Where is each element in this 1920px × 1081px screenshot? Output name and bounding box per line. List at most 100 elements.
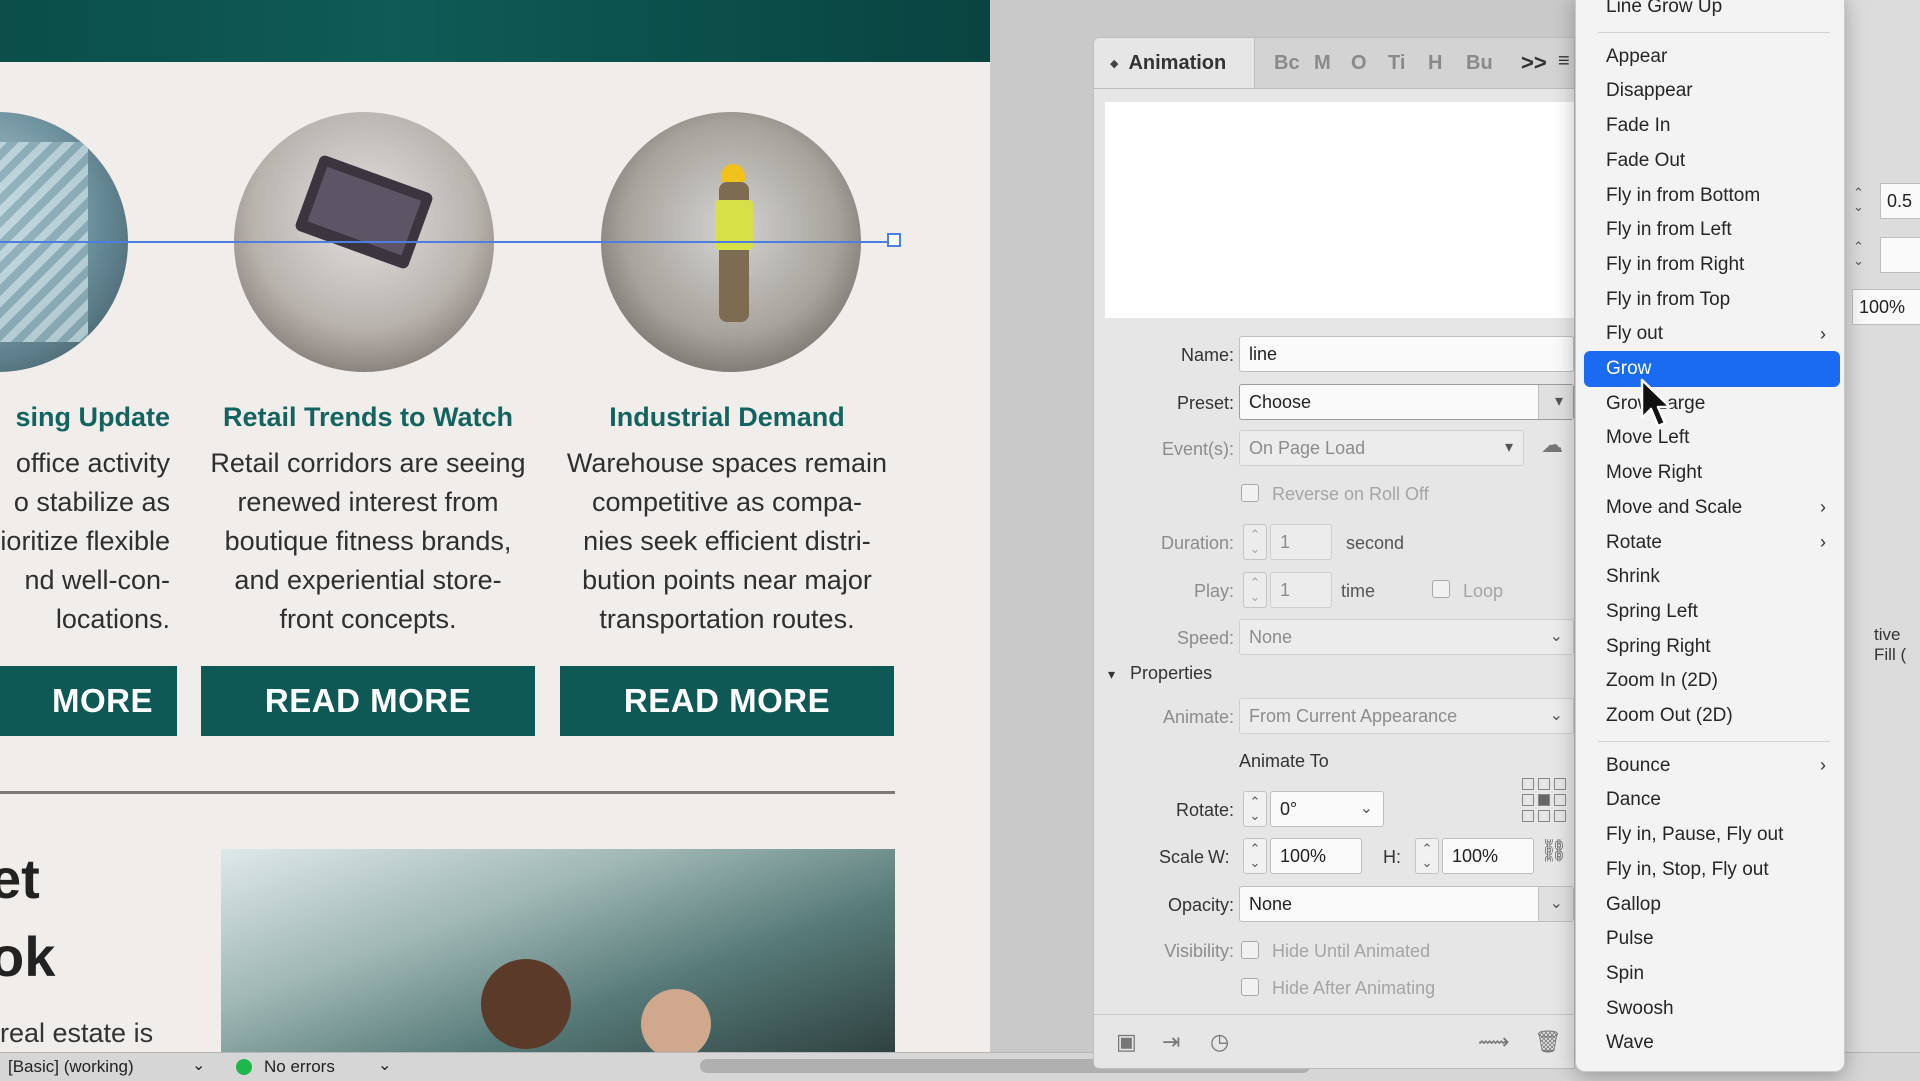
loop-checkbox[interactable] <box>1432 580 1450 598</box>
animate-dropdown[interactable]: From Current Appearance ⌄ <box>1239 698 1574 734</box>
value-field[interactable]: 0.5 <box>1880 183 1920 219</box>
menu-item-fade-out[interactable]: Fade Out <box>1584 143 1840 179</box>
trash-icon[interactable]: 🗑 <box>1534 1029 1562 1055</box>
stepper-icon[interactable]: ⌃ ⌄ <box>1415 838 1439 874</box>
preview-spread-icon[interactable]: ▣ <box>1116 1029 1137 1055</box>
menu-item-shrink[interactable]: Shrink <box>1584 559 1840 595</box>
chevron-down-icon[interactable]: ⌄ <box>378 1055 391 1075</box>
menu-item-label: Gallop <box>1606 893 1661 915</box>
value-field[interactable] <box>1880 237 1920 273</box>
menu-item-fly-in-from-bottom[interactable]: Fly in from Bottom <box>1584 178 1840 214</box>
hide-after-animating-checkbox[interactable] <box>1241 978 1259 996</box>
menu-item-fly-in-from-left[interactable]: Fly in from Left <box>1584 212 1840 248</box>
scale-h-field[interactable]: 100% <box>1442 838 1534 874</box>
menu-item-move-and-scale[interactable]: Move and Scale › <box>1584 490 1840 526</box>
selection-handle[interactable] <box>887 233 901 247</box>
menu-item-wave[interactable]: Wave <box>1584 1025 1840 1061</box>
stepper-icon[interactable]: ⌃ ⌄ <box>1853 240 1864 268</box>
stepper-icon[interactable]: ⌃ ⌄ <box>1243 524 1267 560</box>
menu-item-label: Fly in from Right <box>1606 253 1745 275</box>
name-field[interactable]: line <box>1239 336 1574 372</box>
document-canvas[interactable]: sing Update office activity o stabilize … <box>0 0 990 1052</box>
menu-item-spring-right[interactable]: Spring Right <box>1584 629 1840 665</box>
tab-collapsed[interactable]: H <box>1428 52 1442 75</box>
selected-line[interactable] <box>0 241 895 243</box>
unlink-proportions-icon[interactable]: ⛓ <box>1540 838 1568 864</box>
menu-item-gallop[interactable]: Gallop <box>1584 887 1840 923</box>
play-field[interactable]: 1 <box>1270 572 1332 608</box>
menu-item-rotate[interactable]: Rotate › <box>1584 525 1840 561</box>
menu-item-label: Spin <box>1606 962 1645 984</box>
events-value: On Page Load <box>1249 438 1366 458</box>
scale-w-field[interactable]: 100% <box>1270 838 1362 874</box>
scale-label: Scale <box>1158 847 1204 867</box>
convert-to-motion-path-icon[interactable]: ⟿ <box>1478 1029 1510 1055</box>
menu-item-move-right[interactable]: Move Right <box>1584 455 1840 491</box>
panel-menu-icon[interactable]: ≡ <box>1558 50 1570 73</box>
menu-item-line-grow-up[interactable]: Line Grow Up <box>1584 0 1840 25</box>
events-label: Event(s): <box>1161 439 1234 459</box>
menu-item-zoom-in-2d[interactable]: Zoom In (2D) <box>1584 663 1840 699</box>
stepper-icon[interactable]: ⌃ ⌄ <box>1853 186 1864 214</box>
menu-item-fly-in-stop-fly-out[interactable]: Fly in, Stop, Fly out <box>1584 852 1840 888</box>
preflight-status[interactable]: No errors <box>264 1057 335 1077</box>
collapse-arrows-icon[interactable]: ◆ <box>1110 57 1118 70</box>
chevron-down-icon: ⌄ <box>1549 895 1563 912</box>
tab-collapsed[interactable]: M <box>1314 52 1331 75</box>
read-more-button[interactable]: MORE <box>0 666 177 736</box>
properties-section-toggle[interactable]: ▾ Properties <box>1108 663 1212 684</box>
menu-item-fly-in-from-right[interactable]: Fly in from Right <box>1584 247 1840 283</box>
chevron-down-icon[interactable]: ⌄ <box>192 1055 205 1075</box>
preset-dropdown[interactable]: Choose ▾ <box>1239 384 1574 420</box>
tab-collapsed[interactable]: Bu <box>1466 52 1493 75</box>
menu-item-pulse[interactable]: Pulse <box>1584 921 1840 957</box>
reference-point-icon[interactable] <box>1522 778 1566 822</box>
preflight-profile[interactable]: [Basic] (working) <box>8 1057 134 1077</box>
menu-item-spin[interactable]: Spin <box>1584 956 1840 992</box>
menu-item-move-left[interactable]: Move Left <box>1584 420 1840 456</box>
tab-collapsed[interactable]: Ti <box>1388 52 1405 75</box>
menu-item-label: Dance <box>1606 789 1661 811</box>
menu-item-dance[interactable]: Dance <box>1584 782 1840 818</box>
speed-dropdown[interactable]: None ⌄ <box>1239 619 1574 655</box>
tab-animation[interactable]: ◆ Animation <box>1094 38 1255 88</box>
tab-collapsed[interactable]: Bc <box>1274 52 1300 75</box>
menu-item-appear[interactable]: Appear <box>1584 39 1840 75</box>
menu-item-fly-in-from-top[interactable]: Fly in from Top <box>1584 282 1840 318</box>
menu-item-fly-in-pause-fly-out[interactable]: Fly in, Pause, Fly out <box>1584 817 1840 853</box>
timing-icon[interactable]: ◷ <box>1210 1029 1229 1055</box>
tab-collapsed[interactable]: O <box>1351 52 1367 75</box>
menu-item-spring-left[interactable]: Spring Left <box>1584 594 1840 630</box>
scale-field[interactable]: 100% <box>1852 289 1920 325</box>
reverse-on-roll-off-checkbox[interactable] <box>1241 484 1259 502</box>
stepper-icon[interactable]: ⌃ ⌄ <box>1243 838 1267 874</box>
menu-item-grow[interactable]: Grow <box>1584 351 1840 387</box>
menu-item-label: Fly in from Left <box>1606 219 1732 241</box>
menu-item-fade-in[interactable]: Fade In <box>1584 108 1840 144</box>
menu-item-fly-out[interactable]: Fly out › <box>1584 316 1840 352</box>
read-more-button[interactable]: READ MORE <box>560 666 894 736</box>
show-animation-proxy-icon[interactable]: ⇥ <box>1162 1029 1180 1055</box>
animation-panel: ◆ Animation Bc M O Ti H Bu >> ≡ Name: li… <box>1093 37 1575 1069</box>
hide-until-animated-checkbox[interactable] <box>1241 941 1259 959</box>
menu-separator <box>1598 31 1830 33</box>
menu-item-disappear[interactable]: Disappear <box>1584 73 1840 109</box>
duration-field[interactable]: 1 <box>1270 524 1332 560</box>
chevron-down-icon: ⌄ <box>1549 707 1563 724</box>
column-2-body: Retail corridors are seeing renewed inte… <box>210 448 526 634</box>
opacity-dropdown[interactable]: None ⌄ <box>1239 886 1574 922</box>
menu-item-grow-large[interactable]: Grow Large <box>1584 386 1840 422</box>
chevron-down-icon[interactable]: ⌄ <box>1360 798 1373 818</box>
rotate-field[interactable]: 0° ⌄ <box>1270 791 1384 827</box>
read-more-button[interactable]: READ MORE <box>201 666 535 736</box>
menu-item-swoosh[interactable]: Swoosh <box>1584 991 1840 1027</box>
events-dropdown[interactable]: On Page Load ▾ <box>1239 430 1524 466</box>
event-options-icon[interactable]: ☁ <box>1541 432 1563 458</box>
stepper-icon[interactable]: ⌃ ⌄ <box>1243 572 1267 608</box>
more-tabs-icon[interactable]: >> <box>1521 50 1547 76</box>
office-team-photo[interactable] <box>221 849 895 1052</box>
chevron-down-icon: ▾ <box>1108 666 1116 682</box>
menu-item-bounce[interactable]: Bounce › <box>1584 748 1840 784</box>
menu-item-zoom-out-2d[interactable]: Zoom Out (2D) <box>1584 698 1840 734</box>
stepper-icon[interactable]: ⌃ ⌄ <box>1243 791 1267 827</box>
